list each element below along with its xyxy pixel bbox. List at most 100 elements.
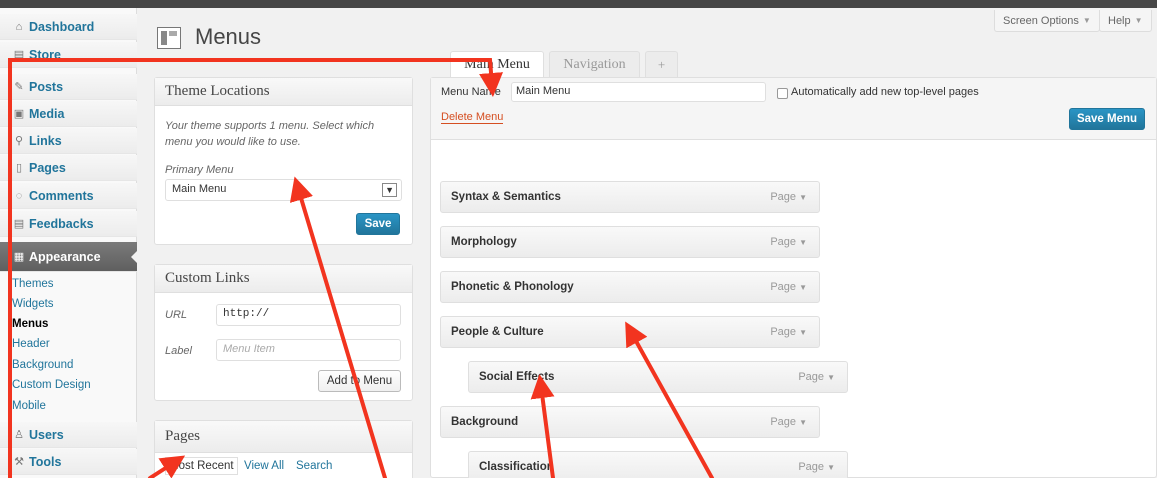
url-label: URL — [165, 309, 188, 321]
menu-name-input[interactable]: Main Menu — [511, 82, 766, 102]
sidebar-item-dashboard[interactable]: ⌂ Dashboard — [0, 14, 137, 40]
menus-page-icon — [157, 27, 181, 49]
sidebar-item-media[interactable]: ▣ Media — [0, 101, 137, 127]
menu-item[interactable]: People & Culture Page ▼ — [440, 316, 820, 348]
save-theme-locations-button[interactable]: Save — [356, 213, 400, 235]
menu-item-type-label: Page — [798, 461, 825, 473]
url-input[interactable]: http:// — [216, 304, 401, 326]
menu-item[interactable]: Classification Page ▼ — [468, 451, 848, 478]
store-icon: ▤ — [13, 49, 25, 61]
dashboard-icon: ⌂ — [15, 20, 23, 33]
screen-options-button[interactable]: Screen Options ▼ — [994, 10, 1100, 32]
primary-menu-select[interactable]: Main Menu ▼ — [165, 179, 402, 201]
tab-navigation[interactable]: Navigation — [549, 51, 640, 77]
chevron-down-icon: ▼ — [827, 373, 835, 382]
posts-icon: ✎ — [14, 81, 24, 93]
save-menu-button[interactable]: Save Menu — [1069, 108, 1145, 130]
chevron-down-icon: ▼ — [1134, 16, 1143, 25]
users-icon: ♙ — [14, 429, 24, 441]
feedbacks-icon: ▤ — [13, 218, 25, 230]
submenu-mobile[interactable]: Mobile — [12, 400, 46, 412]
pages-title: Pages — [155, 421, 412, 453]
appearance-icon: ▦ — [13, 251, 25, 263]
menu-item-type-label: Page — [770, 281, 797, 293]
delete-menu-link[interactable]: Delete Menu — [441, 111, 504, 124]
sidebar-item-label: Media — [29, 106, 65, 121]
sidebar-item-comments[interactable]: ◌ Comments — [0, 183, 137, 209]
menu-item-type[interactable]: Page ▼ — [798, 461, 835, 473]
media-icon: ▣ — [13, 108, 25, 120]
sidebar-item-label: Feedbacks — [29, 216, 94, 231]
help-button[interactable]: Help ▼ — [1099, 10, 1152, 32]
chevron-down-icon: ▼ — [799, 328, 807, 337]
help-label: Help — [1108, 14, 1131, 27]
sidebar-item-label: Links — [29, 133, 62, 148]
sidebar-item-posts[interactable]: ✎ Posts — [0, 74, 137, 100]
tab-most-recent[interactable]: Most Recent — [165, 457, 238, 475]
menu-item-type[interactable]: Page ▼ — [770, 236, 807, 248]
chevron-down-icon: ▼ — [827, 463, 835, 472]
comments-icon: ◌ — [15, 189, 23, 202]
theme-locations-description: Your theme supports 1 menu. Select which… — [165, 120, 375, 148]
menu-item[interactable]: Morphology Page ▼ — [440, 226, 820, 258]
menu-item-type[interactable]: Page ▼ — [798, 371, 835, 383]
menu-item-title: Social Effects — [479, 371, 555, 383]
admin-top-bar — [0, 0, 1157, 8]
menu-item-type[interactable]: Page ▼ — [770, 326, 807, 338]
menu-item[interactable]: Phonetic & Phonology Page ▼ — [440, 271, 820, 303]
tab-main-menu[interactable]: Main Menu — [450, 51, 544, 78]
menu-item[interactable]: Social Effects Page ▼ — [468, 361, 848, 393]
menu-item-type[interactable]: Page ▼ — [770, 281, 807, 293]
primary-menu-label: Primary Menu — [165, 164, 234, 176]
auto-add-checkbox[interactable] — [777, 88, 788, 99]
custom-links-box: Custom Links URL http:// Label Menu Item… — [154, 264, 413, 401]
sidebar-item-store[interactable]: ▤ Store — [0, 42, 137, 68]
sidebar-item-feedbacks[interactable]: ▤ Feedbacks — [0, 211, 137, 237]
submenu-custom-design[interactable]: Custom Design — [12, 379, 91, 391]
label-input[interactable]: Menu Item — [216, 339, 401, 361]
pages-box: Pages Most Recent View All Search — [154, 420, 413, 478]
pages-icon: ▯ — [15, 162, 23, 174]
chevron-down-icon: ▼ — [799, 283, 807, 292]
menu-item-title: Phonetic & Phonology — [451, 281, 574, 293]
chevron-down-icon: ▼ — [799, 238, 807, 247]
screen-options-label: Screen Options — [1003, 14, 1079, 27]
sidebar-item-label: Pages — [29, 160, 66, 175]
submenu-menus[interactable]: Menus — [12, 318, 48, 330]
sidebar-item-label: Tools — [29, 454, 62, 469]
theme-locations-box: Theme Locations Your theme supports 1 me… — [154, 77, 413, 245]
menu-item[interactable]: Background Page ▼ — [440, 406, 820, 438]
tab-search[interactable]: Search — [296, 460, 332, 472]
sidebar-item-tools[interactable]: ⚒ Tools — [0, 449, 137, 475]
menu-item-title: People & Culture — [451, 326, 544, 338]
menu-item-type-label: Page — [798, 371, 825, 383]
sidebar-item-label: Posts — [29, 79, 64, 94]
menu-editor-header: Menu Name Main Menu Automatically add ne… — [431, 78, 1156, 140]
theme-locations-title: Theme Locations — [155, 78, 412, 106]
sidebar-item-users[interactable]: ♙ Users — [0, 422, 137, 448]
sidebar-item-pages[interactable]: ▯ Pages — [0, 155, 137, 181]
menu-item-type[interactable]: Page ▼ — [770, 191, 807, 203]
sidebar-item-label: Users — [29, 427, 64, 442]
menu-item[interactable]: Syntax & Semantics Page ▼ — [440, 181, 820, 213]
sidebar-item-appearance[interactable]: ▦ Appearance — [0, 242, 138, 272]
menu-item-title: Syntax & Semantics — [451, 191, 561, 203]
submenu-widgets[interactable]: Widgets — [12, 298, 54, 310]
submenu-themes[interactable]: Themes — [12, 278, 54, 290]
tab-view-all[interactable]: View All — [244, 460, 284, 472]
label-label: Label — [165, 345, 192, 357]
auto-add-label: Automatically add new top-level pages — [791, 86, 979, 98]
sidebar-item-label: Appearance — [29, 249, 101, 264]
add-menu-tab[interactable]: + — [645, 51, 678, 77]
menu-item-type-label: Page — [770, 326, 797, 338]
primary-menu-selected: Main Menu — [172, 183, 227, 195]
menu-item-type[interactable]: Page ▼ — [770, 416, 807, 428]
submenu-header[interactable]: Header — [12, 338, 50, 350]
tools-icon: ⚒ — [14, 456, 24, 468]
sidebar-item-links[interactable]: ⚲ Links — [0, 128, 137, 154]
chevron-down-icon: ▼ — [1082, 16, 1091, 25]
sidebar-item-label: Comments — [29, 188, 94, 203]
menu-item-type-label: Page — [770, 416, 797, 428]
submenu-background[interactable]: Background — [12, 359, 73, 371]
add-to-menu-button[interactable]: Add to Menu — [318, 370, 401, 392]
